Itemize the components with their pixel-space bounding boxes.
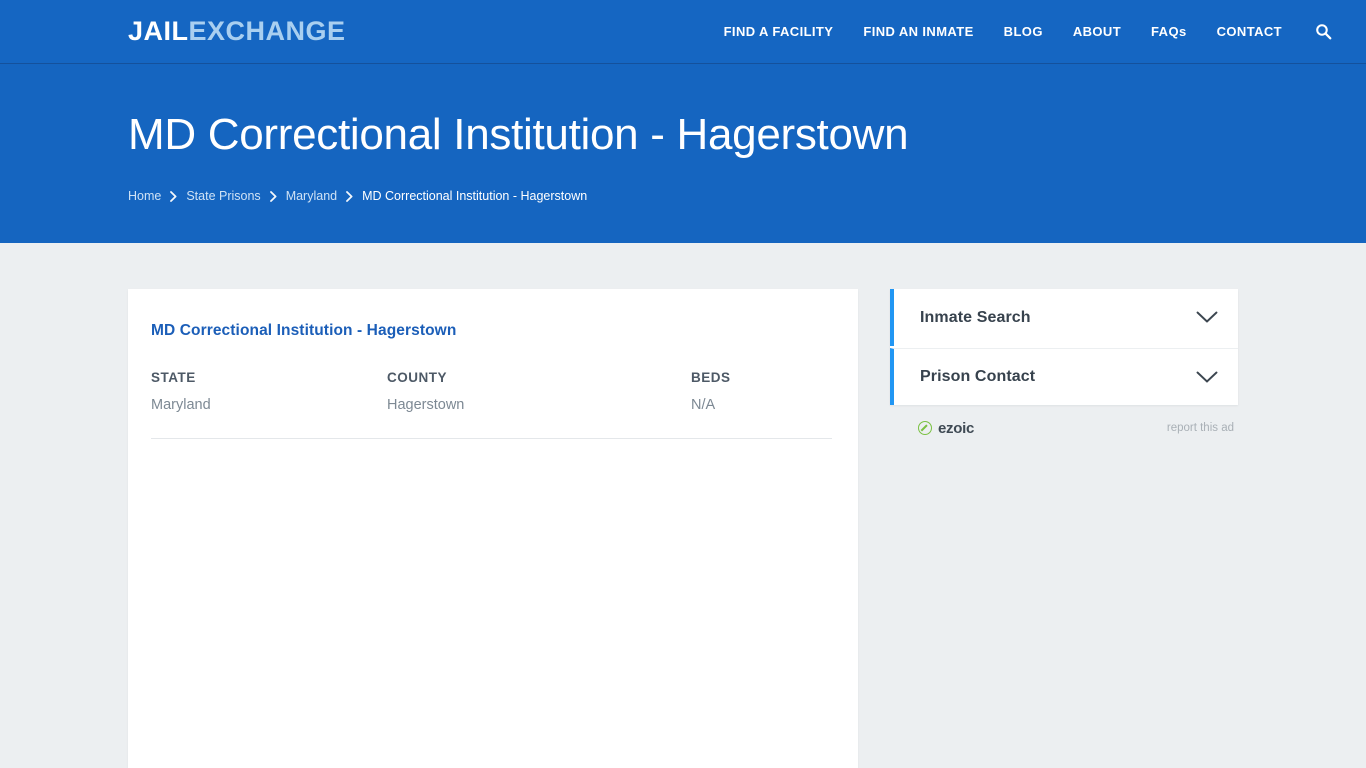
fact-value-state: Maryland (151, 397, 211, 413)
fact-label-beds: BEDS (691, 370, 731, 385)
facility-details-card: MD Correctional Institution - Hagerstown… (128, 289, 858, 768)
nav-item-find-a-facility[interactable]: FIND A FACILITY (709, 0, 849, 64)
search-button[interactable] (1297, 23, 1342, 40)
logo-text-exchange: EXCHANGE (188, 16, 346, 46)
fact-label-state: STATE (151, 370, 196, 385)
fact-county: COUNTY Hagerstown (387, 370, 691, 413)
page-title: MD Correctional Institution - Hagerstown (128, 110, 909, 159)
sidebar-accordion: Inmate Search Prison Contact (890, 289, 1238, 405)
search-icon (1316, 24, 1332, 40)
chevron-down-icon[interactable] (1196, 371, 1218, 384)
fact-value-beds: N/A (691, 397, 716, 413)
breadcrumb-item-current: MD Correctional Institution - Hagerstown (362, 189, 588, 204)
breadcrumb-separator-icon (269, 190, 277, 202)
accordion-title-prison-contact: Prison Contact (920, 368, 1036, 385)
nav-item-faqs[interactable]: FAQs (1136, 0, 1202, 64)
site-logo[interactable]: JAILEXCHANGE (128, 16, 346, 47)
nav-item-blog[interactable]: BLOG (989, 0, 1058, 64)
ezoic-label: ezoic (938, 419, 975, 437)
page-body: MD Correctional Institution - Hagerstown… (0, 243, 1366, 768)
nav-item-about[interactable]: ABOUT (1058, 0, 1136, 64)
fact-beds: BEDS N/A (691, 370, 841, 413)
breadcrumb-item-maryland[interactable]: Maryland (286, 189, 337, 203)
site-header: JAILEXCHANGE FIND A FACILITY FIND AN INM… (0, 0, 1366, 64)
main-navigation: FIND A FACILITY FIND AN INMATE BLOG ABOU… (709, 0, 1342, 64)
breadcrumb: Home State Prisons Maryland MD Correctio… (128, 189, 1366, 203)
accordion-item-inmate-search[interactable]: Inmate Search (890, 289, 1238, 346)
breadcrumb-separator-icon (346, 190, 353, 202)
facility-facts: STATE Maryland COUNTY Hagerstown BEDS N/… (151, 370, 836, 413)
page-hero: MD Correctional Institution - Hagerstown… (0, 64, 1366, 243)
breadcrumb-item-home[interactable]: Home (128, 189, 161, 203)
fact-value-county: Hagerstown (387, 397, 465, 413)
accordion-item-prison-contact[interactable]: Prison Contact (890, 348, 1238, 405)
nav-item-contact[interactable]: CONTACT (1202, 0, 1297, 64)
fact-state: STATE Maryland (151, 370, 387, 413)
section-divider (151, 438, 832, 439)
report-this-ad-link[interactable]: report this ad (1167, 422, 1234, 434)
ezoic-logo[interactable]: ezoic (918, 420, 974, 437)
fact-label-county: COUNTY (387, 370, 447, 385)
breadcrumb-separator-icon (170, 190, 177, 202)
ezoic-mark-icon (918, 421, 932, 435)
facility-name-heading: MD Correctional Institution - Hagerstown (151, 322, 457, 339)
ad-attribution-row: ezoic report this ad (890, 418, 1238, 438)
breadcrumb-item-state-prisons[interactable]: State Prisons (186, 189, 260, 203)
accordion-title-inmate-search: Inmate Search (920, 308, 1031, 326)
sidebar: Inmate Search Prison Contact ezoic repor… (890, 289, 1238, 438)
logo-text-jail: JAIL (128, 16, 189, 46)
nav-item-find-an-inmate[interactable]: FIND AN INMATE (848, 0, 988, 64)
chevron-down-icon[interactable] (1196, 311, 1218, 324)
